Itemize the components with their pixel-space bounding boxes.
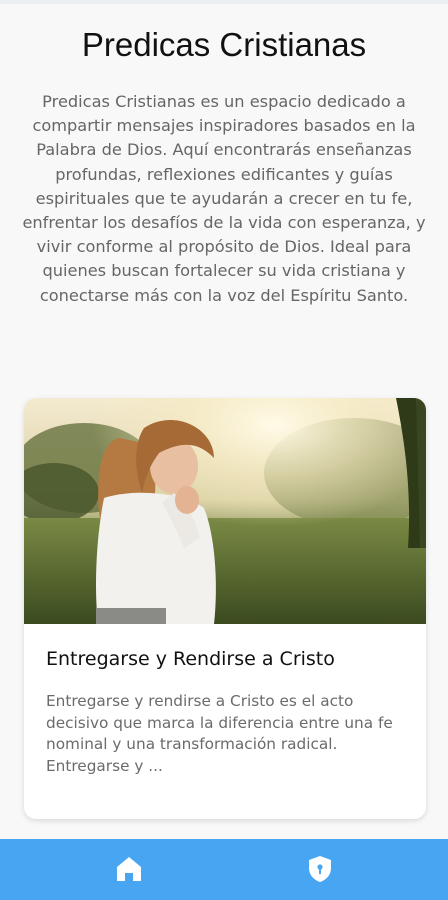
page-title: Predicas Cristianas [81,26,367,63]
post-excerpt: Entregarse y rendirse a Cristo es el act… [46,692,393,775]
nav-home-button[interactable] [107,847,151,891]
nav-shield-button[interactable] [298,847,342,891]
post-title[interactable]: Entregarse y Rendirse a Cristo [46,648,406,670]
post-image [24,398,426,624]
intro-description: Predicas Cristianas es un espacio dedica… [22,92,426,305]
home-icon [117,857,141,881]
status-strip [0,0,448,4]
shield-icon [309,856,331,882]
post-card[interactable]: Entregarse y Rendirse a Cristo Entregars… [24,398,426,819]
bottom-navigation [0,839,448,900]
